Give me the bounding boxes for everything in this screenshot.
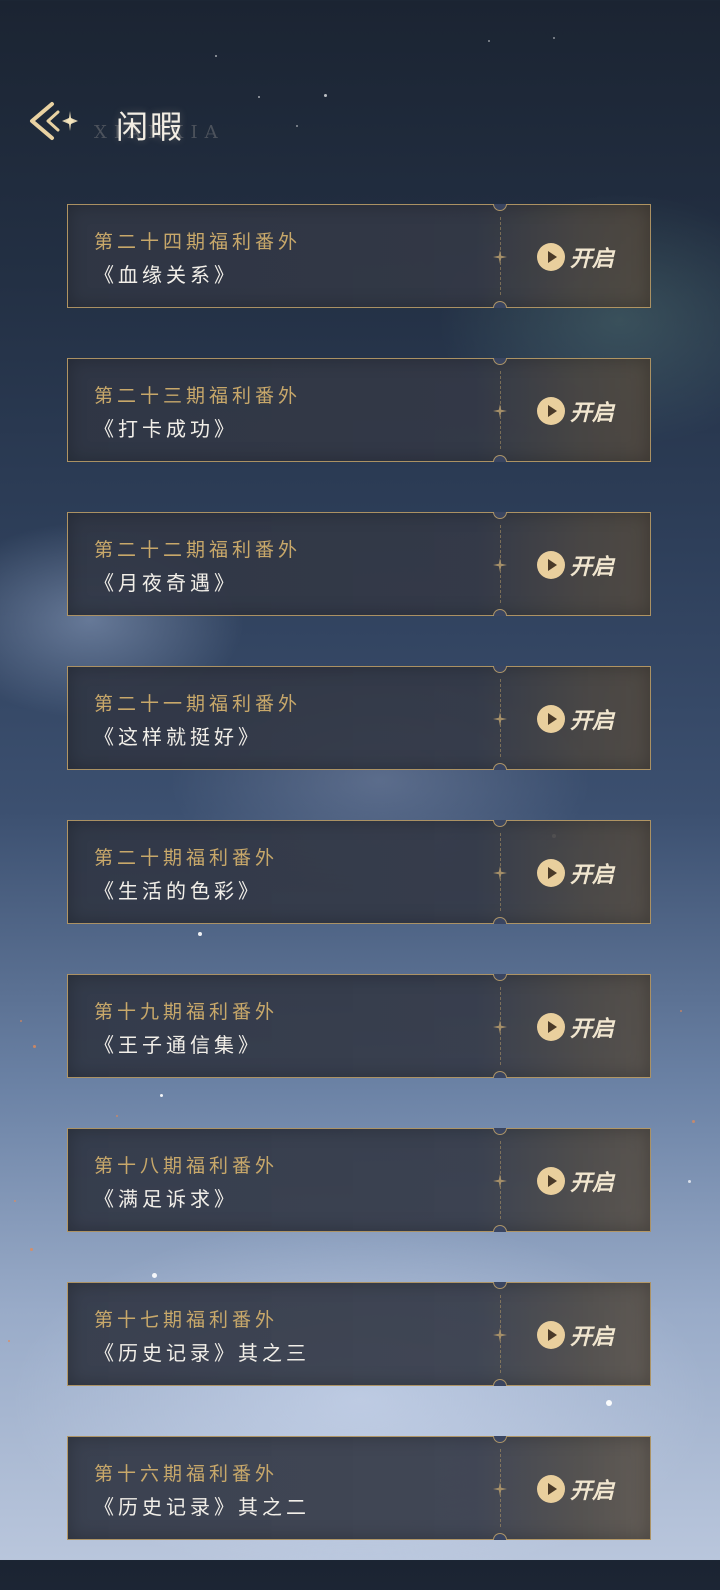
- ticket-notch: [493, 917, 507, 924]
- play-icon: [537, 705, 565, 733]
- sparkle-icon: [493, 1482, 507, 1496]
- back-arrow-icon[interactable]: [26, 98, 80, 144]
- episode-title: 《这样就挺好》: [94, 725, 262, 749]
- episode-issue: 第二十一期福利番外: [94, 693, 302, 715]
- ticket-notch: [493, 1282, 507, 1289]
- episode-issue: 第十八期福利番外: [94, 1155, 279, 1177]
- open-button[interactable]: 开启: [537, 1165, 614, 1197]
- episode-title: 《打卡成功》: [94, 417, 238, 441]
- episode-card: 第二十二期福利番外 《月夜奇遇》 开启: [67, 512, 651, 616]
- episode-issue: 第二十二期福利番外: [94, 539, 302, 561]
- ticket-notch: [493, 974, 507, 981]
- open-button[interactable]: 开启: [537, 395, 614, 427]
- episode-card: 第十八期福利番外 《满足诉求》 开启: [67, 1128, 651, 1232]
- open-button[interactable]: 开启: [537, 1473, 614, 1505]
- open-button-label: 开启: [570, 555, 615, 580]
- header: XIANXIA 闲暇: [0, 88, 720, 168]
- episode-issue: 第二十三期福利番外: [94, 385, 302, 407]
- play-icon: [537, 1321, 565, 1349]
- ticket-notch: [493, 455, 507, 462]
- sparkle-icon: [493, 1020, 507, 1034]
- open-button[interactable]: 开启: [537, 857, 614, 889]
- ticket-notch: [493, 301, 507, 308]
- open-button-label: 开启: [570, 1017, 615, 1042]
- episode-title: 《历史记录》其之三: [94, 1341, 310, 1365]
- episode-card: 第二十期福利番外 《生活的色彩》 开启: [67, 820, 651, 924]
- open-button-label: 开启: [570, 863, 615, 888]
- ticket-notch: [493, 358, 507, 365]
- play-icon: [537, 1013, 565, 1041]
- episode-card: 第十七期福利番外 《历史记录》其之三 开启: [67, 1282, 651, 1386]
- episode-card: 第二十三期福利番外 《打卡成功》 开启: [67, 358, 651, 462]
- ticket-notch: [493, 1071, 507, 1078]
- play-icon: [537, 551, 565, 579]
- ticket-notch: [493, 609, 507, 616]
- page-title: 闲暇: [116, 108, 185, 146]
- play-icon: [537, 1475, 565, 1503]
- sparkle-icon: [493, 558, 507, 572]
- episode-title: 《满足诉求》: [94, 1187, 238, 1211]
- episode-issue: 第十九期福利番外: [94, 1001, 279, 1023]
- open-button[interactable]: 开启: [537, 1011, 614, 1043]
- play-icon: [537, 397, 565, 425]
- open-button[interactable]: 开启: [537, 549, 614, 581]
- play-icon: [537, 243, 565, 271]
- ticket-notch: [493, 1225, 507, 1232]
- episode-issue: 第二十四期福利番外: [94, 231, 302, 253]
- episode-card: 第二十一期福利番外 《这样就挺好》 开启: [67, 666, 651, 770]
- ticket-notch: [493, 1436, 507, 1443]
- episode-card: 第十六期福利番外 《历史记录》其之二 开启: [67, 1436, 651, 1540]
- sparkle-icon: [493, 712, 507, 726]
- episode-title: 《生活的色彩》: [94, 879, 262, 903]
- play-icon: [537, 1167, 565, 1195]
- ticket-notch: [493, 1533, 507, 1540]
- episode-issue: 第十六期福利番外: [94, 1463, 279, 1485]
- open-button-label: 开启: [570, 709, 615, 734]
- welfare-episode-list: 第二十四期福利番外 《血缘关系》 开启 第二十三期福利番外 《打卡成功》 开启 …: [67, 204, 651, 1590]
- episode-issue: 第十七期福利番外: [94, 1309, 279, 1331]
- open-button-label: 开启: [570, 401, 615, 426]
- episode-issue: 第二十期福利番外: [94, 847, 279, 869]
- ticket-notch: [493, 204, 507, 211]
- open-button[interactable]: 开启: [537, 1319, 614, 1351]
- open-button[interactable]: 开启: [537, 703, 614, 735]
- episode-title: 《月夜奇遇》: [94, 571, 238, 595]
- open-button[interactable]: 开启: [537, 241, 614, 273]
- episode-card: 第十九期福利番外 《王子通信集》 开启: [67, 974, 651, 1078]
- episode-title: 《王子通信集》: [94, 1033, 262, 1057]
- ticket-notch: [493, 763, 507, 770]
- ticket-notch: [493, 1379, 507, 1386]
- sparkle-icon: [493, 1328, 507, 1342]
- open-button-label: 开启: [570, 1479, 615, 1504]
- open-button-label: 开启: [570, 247, 615, 272]
- open-button-label: 开启: [570, 1171, 615, 1196]
- sparkle-icon: [493, 866, 507, 880]
- sparkle-icon: [493, 250, 507, 264]
- ticket-notch: [493, 512, 507, 519]
- ticket-notch: [493, 1128, 507, 1135]
- episode-card: 第二十四期福利番外 《血缘关系》 开启: [67, 204, 651, 308]
- episode-title: 《血缘关系》: [94, 263, 238, 287]
- ticket-notch: [493, 820, 507, 827]
- open-button-label: 开启: [570, 1325, 615, 1350]
- episode-title: 《历史记录》其之二: [94, 1495, 310, 1519]
- ticket-notch: [493, 666, 507, 673]
- sparkle-icon: [493, 1174, 507, 1188]
- sparkle-icon: [493, 404, 507, 418]
- play-icon: [537, 859, 565, 887]
